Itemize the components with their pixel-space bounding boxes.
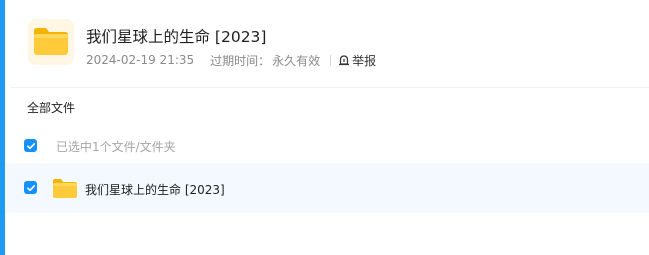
folder-icon bbox=[34, 28, 68, 55]
expiry-label: 过期时间： bbox=[210, 53, 271, 68]
select-all-checkbox[interactable] bbox=[24, 139, 37, 152]
report-label: 举报 bbox=[352, 53, 377, 68]
expiry-value: 永久有效 bbox=[272, 53, 321, 68]
file-row[interactable]: 我们星球上的生命 [2023] bbox=[5, 163, 649, 213]
share-date: 2024-02-19 21:35 bbox=[86, 53, 195, 67]
share-folder-tile bbox=[28, 19, 74, 65]
report-icon bbox=[339, 55, 350, 66]
share-title: 我们星球上的生命 [2023] bbox=[86, 28, 267, 46]
selection-status: 已选中1个文件/文件夹 bbox=[56, 140, 176, 154]
file-name[interactable]: 我们星球上的生命 [2023] bbox=[85, 181, 225, 198]
header-divider bbox=[10, 87, 649, 88]
breadcrumb-all-files[interactable]: 全部文件 bbox=[27, 99, 75, 116]
folder-icon bbox=[53, 179, 77, 198]
share-header: 我们星球上的生命 [2023] 2024-02-19 21:35 过期时间： 永… bbox=[0, 0, 649, 88]
share-meta: 2024-02-19 21:35 过期时间： 永久有效 举报 bbox=[86, 51, 376, 69]
file-checkbox[interactable] bbox=[24, 181, 37, 194]
check-icon bbox=[26, 184, 35, 191]
report-button[interactable]: 举报 bbox=[338, 52, 376, 69]
meta-divider bbox=[330, 54, 332, 66]
selection-bar: 已选中1个文件/文件夹 bbox=[0, 133, 649, 159]
check-icon bbox=[26, 142, 35, 149]
